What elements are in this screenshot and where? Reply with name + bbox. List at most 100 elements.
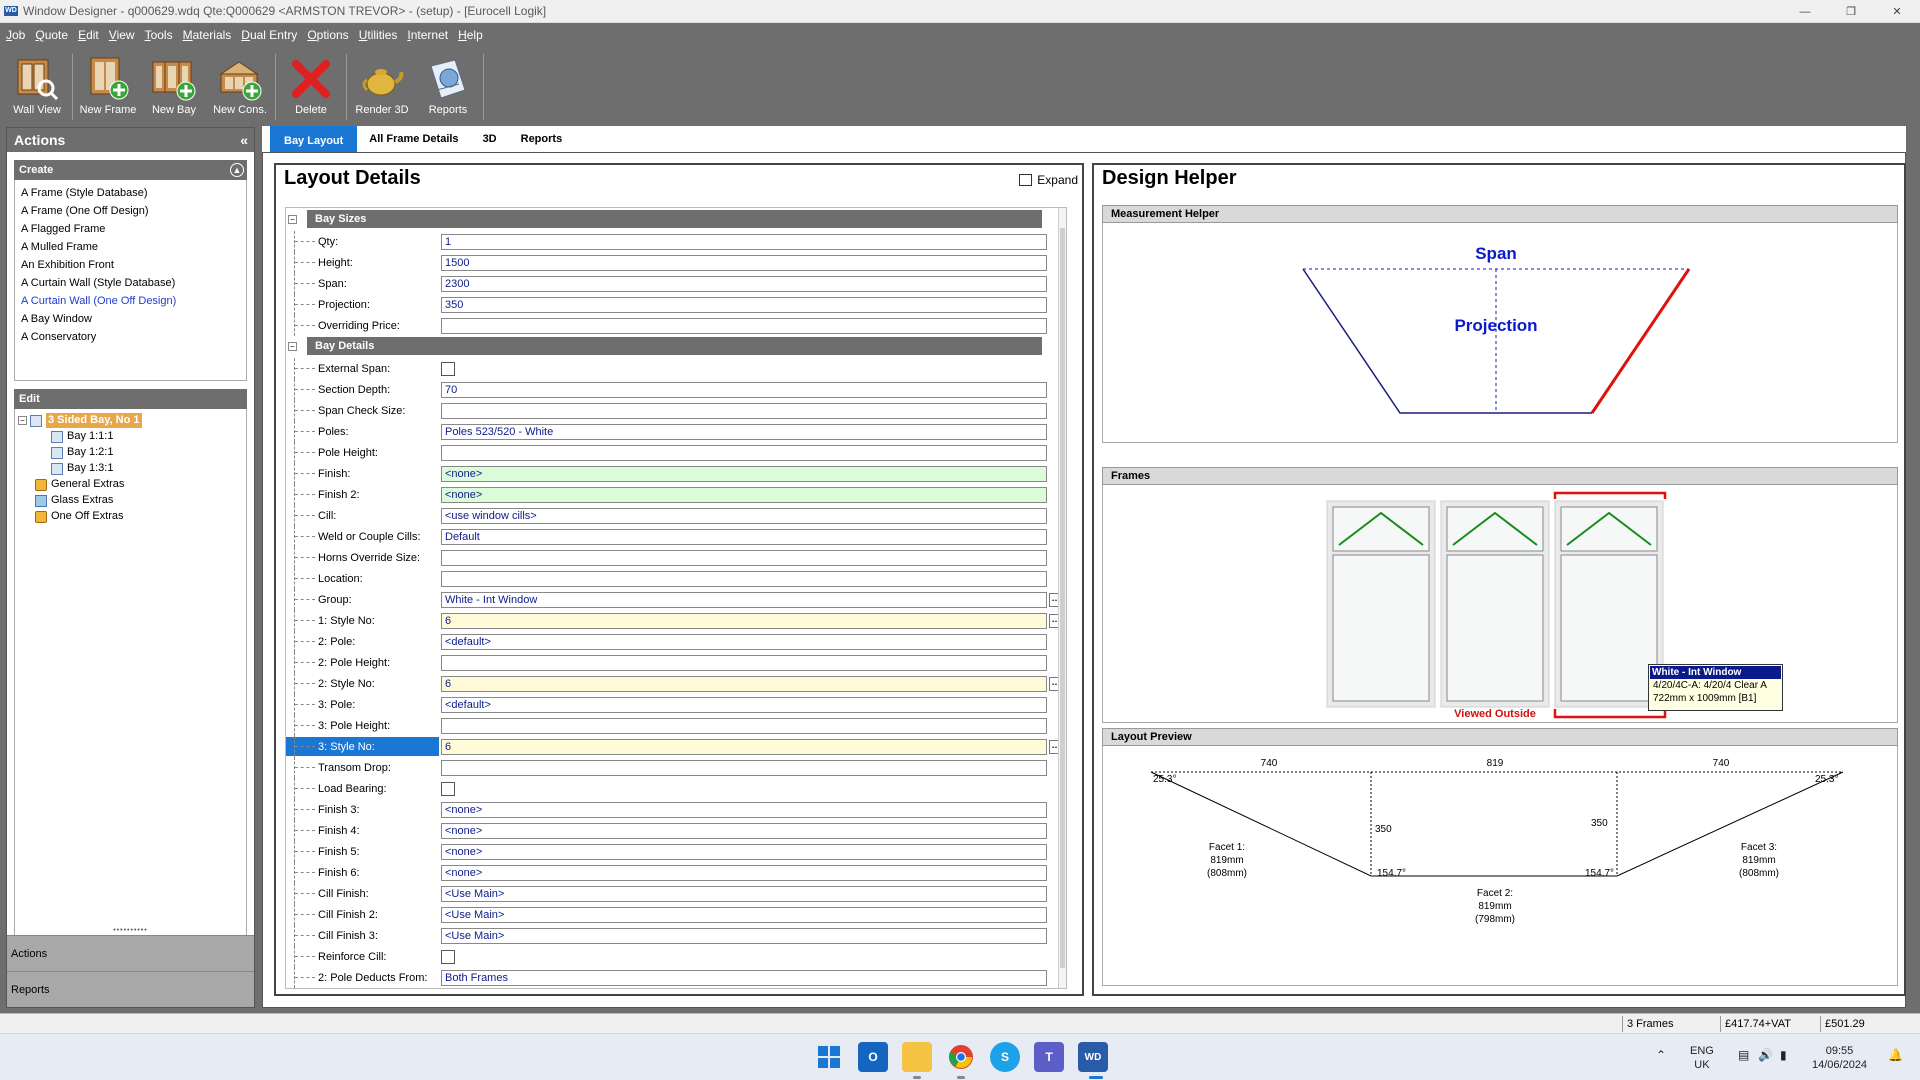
property-value-field[interactable]: White - Int Window — [441, 591, 1047, 608]
property-value-field[interactable]: <none> — [441, 822, 1047, 839]
file-explorer-icon[interactable] — [902, 1042, 932, 1072]
property-row-cill-finish[interactable]: Cill Finish: <Use Main> — [286, 883, 1066, 904]
property-row-reinforce-cill[interactable]: Reinforce Cill: — [286, 946, 1066, 967]
property-value-field[interactable] — [441, 402, 1047, 419]
nav-reports-button[interactable]: Reports — [7, 971, 254, 1007]
frame-2[interactable] — [1440, 500, 1550, 708]
property-row-height[interactable]: Height: 1500 — [286, 252, 1066, 273]
property-value-field[interactable]: 350 — [441, 296, 1047, 313]
create-frame-one-off[interactable]: A Frame (One Off Design) — [15, 202, 246, 220]
create-bay-window[interactable]: A Bay Window — [15, 310, 246, 328]
property-value-field[interactable]: 2300 — [441, 275, 1047, 292]
battery-icon[interactable]: ▮ — [1780, 1048, 1787, 1062]
skype-icon[interactable]: S — [990, 1042, 1020, 1072]
property-row-2-pole-deducts-from[interactable]: 2: Pole Deducts From: Both Frames — [286, 967, 1066, 988]
property-row-2-style-no[interactable]: 2: Style No: 6… — [286, 673, 1066, 694]
start-button[interactable] — [814, 1042, 844, 1072]
property-row-3-pole-height[interactable]: 3: Pole Height: — [286, 715, 1066, 736]
category-collapse-icon[interactable]: − — [288, 341, 297, 351]
chrome-icon[interactable] — [946, 1042, 976, 1072]
delete-button[interactable]: Delete — [278, 52, 344, 122]
frame-1[interactable] — [1326, 500, 1436, 708]
tree-item-bay-2[interactable]: Bay 1:2:1 — [51, 445, 113, 460]
property-value-field[interactable]: <none> — [441, 486, 1047, 503]
property-value-field[interactable]: 1500 — [441, 254, 1047, 271]
property-value-field[interactable] — [441, 570, 1047, 587]
property-row-qty[interactable]: Qty: 1 — [286, 231, 1066, 252]
property-row-location[interactable]: Location: — [286, 568, 1066, 589]
property-value-field[interactable] — [441, 759, 1047, 776]
create-flagged-frame[interactable]: A Flagged Frame — [15, 220, 246, 238]
property-row-horns-override-size[interactable]: Horns Override Size: — [286, 547, 1066, 568]
property-value-field[interactable]: 70 — [441, 381, 1047, 398]
language-indicator[interactable]: ENG UK — [1690, 1044, 1714, 1072]
tab-bay-layout[interactable]: Bay Layout — [270, 126, 358, 152]
expand-button[interactable]: Expand — [1019, 173, 1078, 187]
property-row-cill[interactable]: Cill: <use window cills> — [286, 505, 1066, 526]
property-row-finish[interactable]: Finish: <none> — [286, 463, 1066, 484]
render-3d-button[interactable]: Render 3D — [349, 52, 415, 122]
property-value-field[interactable]: <none> — [441, 801, 1047, 818]
menu-quote[interactable]: Quote — [29, 28, 72, 46]
property-value-field[interactable]: 6 — [441, 675, 1047, 692]
property-value-field[interactable]: <none> — [441, 864, 1047, 881]
property-value-field[interactable]: 1 — [441, 233, 1047, 250]
property-row-cill-finish-3[interactable]: Cill Finish 3: <Use Main> — [286, 925, 1066, 946]
create-curtain-wall-one-off[interactable]: A Curtain Wall (One Off Design) — [15, 292, 246, 310]
property-row-group[interactable]: Group: White - Int Window… — [286, 589, 1066, 610]
minimize-icon[interactable]: — — [1782, 0, 1828, 23]
property-value-field[interactable]: <none> — [441, 843, 1047, 860]
menu-dual-entry[interactable]: Dual Entry — [235, 28, 301, 46]
property-value-field[interactable] — [441, 444, 1047, 461]
menu-view[interactable]: View — [103, 28, 139, 46]
property-row-finish-5[interactable]: Finish 5: <none> — [286, 841, 1066, 862]
outlook-icon[interactable]: O — [858, 1042, 888, 1072]
volume-icon[interactable]: 🔊 — [1758, 1048, 1773, 1062]
property-row-span[interactable]: Span: 2300 — [286, 273, 1066, 294]
menu-materials[interactable]: Materials — [177, 28, 236, 46]
property-row-pole-height[interactable]: Pole Height: — [286, 442, 1066, 463]
property-row-poles[interactable]: Poles: Poles 523/520 - White — [286, 421, 1066, 442]
wall-view-button[interactable]: Wall View — [4, 52, 70, 122]
property-value-field[interactable]: <Use Main> — [441, 927, 1047, 944]
property-row-3-style-no[interactable]: 3: Style No: 6… — [286, 736, 1066, 757]
property-value-field[interactable]: <Use Main> — [441, 885, 1047, 902]
clock[interactable]: 09:55 14/06/2024 — [1812, 1044, 1867, 1072]
collapse-up-icon[interactable]: ▲ — [230, 163, 244, 177]
property-value-field[interactable]: Both Frames — [441, 969, 1047, 986]
tree-item-glass-extras[interactable]: Glass Extras — [35, 493, 113, 508]
property-value-field[interactable]: <Use Main> — [441, 906, 1047, 923]
collapse-panel-icon[interactable]: « — [240, 132, 248, 148]
new-frame-button[interactable]: New Frame — [75, 52, 141, 122]
reports-button[interactable]: Reports — [415, 52, 481, 122]
property-checkbox[interactable] — [441, 361, 455, 376]
property-value-field[interactable] — [441, 654, 1047, 671]
property-value-field[interactable]: Poles 523/520 - White — [441, 423, 1047, 440]
property-row-finish-2[interactable]: Finish 2: <none> — [286, 484, 1066, 505]
window-designer-taskbar-icon[interactable]: WD — [1078, 1042, 1108, 1072]
property-row-section-depth[interactable]: Section Depth: 70 — [286, 379, 1066, 400]
property-row-projection[interactable]: Projection: 350 — [286, 294, 1066, 315]
new-bay-button[interactable]: New Bay — [141, 52, 207, 122]
create-frame-style-db[interactable]: A Frame (Style Database) — [15, 184, 246, 202]
create-section-header[interactable]: Create ▲ — [14, 160, 247, 180]
tree-item-one-off-extras[interactable]: One Off Extras — [35, 509, 124, 524]
menu-internet[interactable]: Internet — [401, 28, 452, 46]
new-conservatory-button[interactable]: New Cons. — [207, 52, 273, 122]
restore-icon[interactable]: ❐ — [1828, 0, 1874, 23]
create-exhibition-front[interactable]: An Exhibition Front — [15, 256, 246, 274]
property-row-cill-finish-2[interactable]: Cill Finish 2: <Use Main> — [286, 904, 1066, 925]
tree-item-general-extras[interactable]: General Extras — [35, 477, 124, 492]
category-collapse-icon[interactable]: − — [288, 214, 297, 224]
property-checkbox[interactable] — [441, 949, 455, 964]
property-value-field[interactable]: <default> — [441, 696, 1047, 713]
tab-reports[interactable]: Reports — [508, 126, 575, 152]
menu-edit[interactable]: Edit — [72, 28, 103, 46]
splitter-grip[interactable]: •••••••••• — [7, 927, 254, 935]
network-icon[interactable]: ▤ — [1738, 1048, 1749, 1062]
property-row-2-pole-height[interactable]: 2: Pole Height: — [286, 652, 1066, 673]
property-value-field[interactable]: Default — [441, 528, 1047, 545]
create-conservatory[interactable]: A Conservatory — [15, 328, 246, 346]
property-row-2-pole[interactable]: 2: Pole: <default> — [286, 631, 1066, 652]
tree-collapse-icon[interactable]: − — [18, 416, 27, 425]
